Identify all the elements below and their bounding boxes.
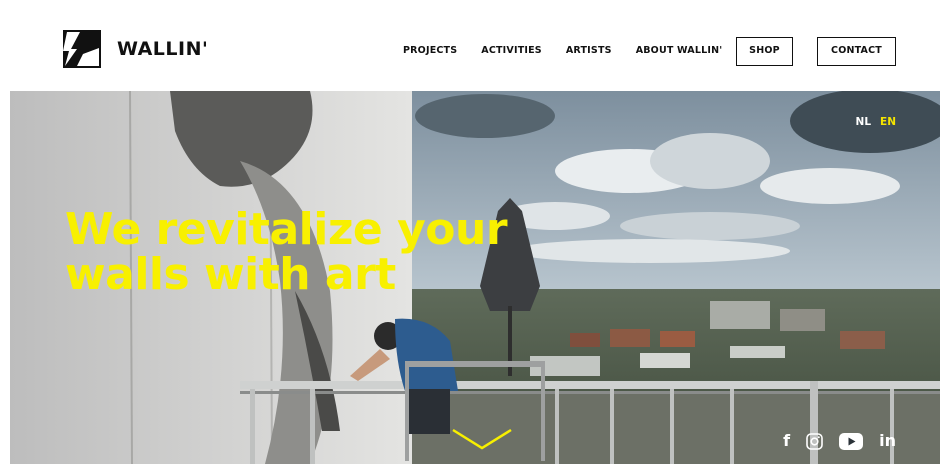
- shop-button[interactable]: SHOP: [736, 37, 793, 66]
- main-nav: PROJECTS ACTIVITIES ARTISTS ABOUT WALLIN…: [403, 37, 896, 66]
- nav-activities[interactable]: ACTIVITIES: [481, 37, 542, 65]
- hero-headline: We revitalize your walls with art: [65, 204, 508, 300]
- youtube-icon[interactable]: [839, 432, 864, 450]
- language-switcher: NL EN: [856, 116, 896, 128]
- wallin-logo-icon: [63, 30, 101, 68]
- brand-name: WALLIN': [117, 38, 209, 60]
- linkedin-icon[interactable]: in: [879, 432, 896, 450]
- language-en[interactable]: EN: [880, 116, 896, 128]
- hero-headline-line2: walls with art: [65, 249, 396, 300]
- facebook-icon[interactable]: f: [783, 432, 790, 450]
- language-nl[interactable]: NL: [856, 116, 871, 128]
- nav-projects[interactable]: PROJECTS: [403, 37, 457, 65]
- nav-artists[interactable]: ARTISTS: [566, 37, 612, 65]
- nav-about[interactable]: ABOUT WALLIN': [636, 37, 723, 65]
- site-header: WALLIN' PROJECTS ACTIVITIES ARTISTS ABOU…: [0, 0, 940, 91]
- social-links: f in: [783, 432, 896, 450]
- brand-logo[interactable]: WALLIN': [63, 30, 208, 68]
- chevron-down-icon[interactable]: [451, 428, 513, 450]
- instagram-icon[interactable]: [806, 432, 823, 450]
- hero-section: NL EN We revitalize your walls with art …: [10, 91, 940, 464]
- hero-headline-line1: We revitalize your: [65, 204, 508, 255]
- contact-button[interactable]: CONTACT: [817, 37, 896, 66]
